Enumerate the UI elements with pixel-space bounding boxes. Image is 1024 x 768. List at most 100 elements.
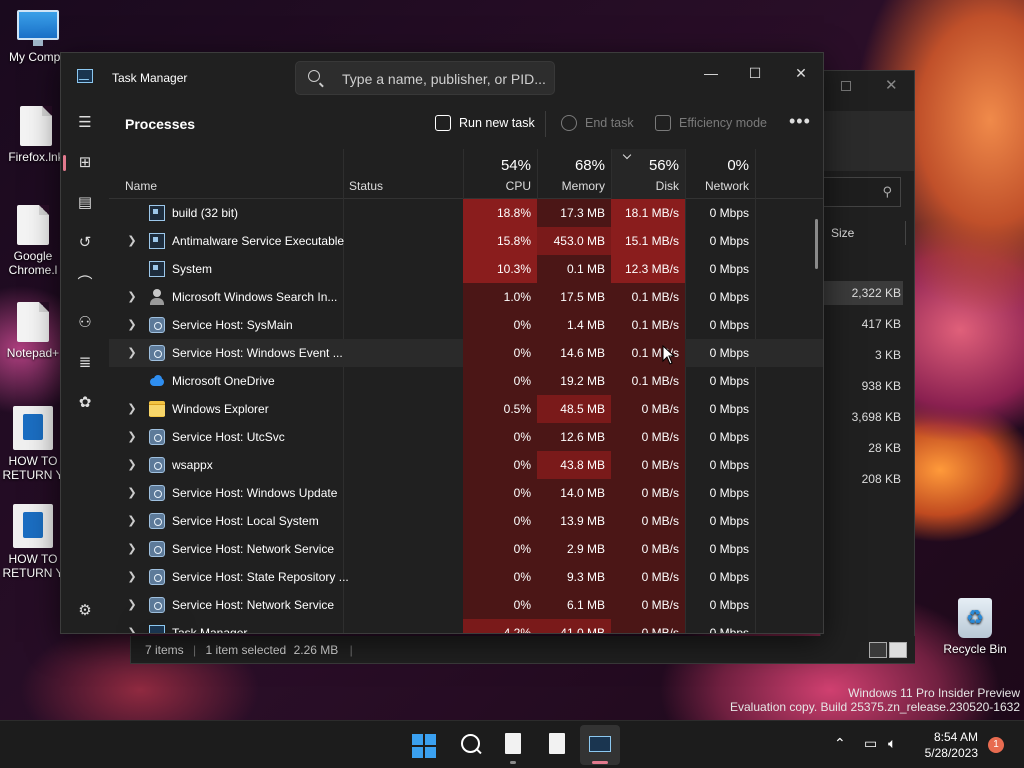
taskbar-search-icon[interactable] xyxy=(458,731,486,759)
desktop-icon-how-to-return-1[interactable]: HOW TO RETURN Y xyxy=(2,406,64,482)
file-size-cell[interactable]: 2,322 KB xyxy=(821,281,903,305)
taskbar: ⌃ ▭ 🔈︎ 8:54 AM 5/28/2023 1 xyxy=(0,720,1024,768)
table-row[interactable]: ❯ Service Host: Local System 0% 13.9 MB 0 MB… xyxy=(109,507,823,535)
view-toggle[interactable] xyxy=(869,642,907,658)
app-history-icon[interactable]: ↺ xyxy=(65,225,105,259)
explorer-toolbar xyxy=(821,111,914,171)
chevron-right-icon[interactable]: ❯ xyxy=(125,451,139,479)
chevron-right-icon[interactable]: ❯ xyxy=(125,507,139,535)
chevron-right-icon[interactable]: ❯ xyxy=(125,311,139,339)
maximize-icon[interactable] xyxy=(841,81,851,91)
chevron-right-icon[interactable]: ❯ xyxy=(125,591,139,619)
network-cell: 0 Mbps xyxy=(709,458,749,472)
task-manager-window[interactable]: Task Manager Type a name, publisher, or … xyxy=(60,52,824,634)
taskbar-file-icon[interactable] xyxy=(499,731,527,759)
process-name: Windows Explorer xyxy=(172,402,269,416)
table-row[interactable]: ❯ Microsoft Windows Search In... 1.0% 17.5 … xyxy=(109,283,823,311)
hamburger-menu-icon[interactable]: ☰ xyxy=(65,105,105,139)
process-name-cell: System xyxy=(125,255,343,283)
chevron-right-icon[interactable]: ❯ xyxy=(125,339,139,367)
search-box[interactable]: Type a name, publisher, or PID... xyxy=(295,61,555,95)
table-row[interactable]: ❯ Service Host: Network Service 0% 2.9 MB 0 … xyxy=(109,535,823,563)
table-row[interactable]: ❯ Service Host: Windows Event ... 0% 14.6 M… xyxy=(109,339,823,367)
more-options-button[interactable]: ••• xyxy=(789,111,811,132)
file-size-cell[interactable]: 938 KB xyxy=(821,374,903,398)
column-header-memory[interactable]: 68% Memory xyxy=(537,149,611,199)
run-new-task-button[interactable]: Run new task xyxy=(435,115,535,131)
explorer-search-box[interactable]: ⚲ xyxy=(821,177,901,207)
table-row[interactable]: ❯ Antimalware Service Executable 15.8% 453.… xyxy=(109,227,823,255)
column-header-size[interactable]: Size xyxy=(831,226,854,240)
details-view-icon[interactable] xyxy=(869,642,887,658)
performance-icon[interactable]: ▤ xyxy=(65,185,105,219)
minimize-button[interactable]: — xyxy=(691,59,731,87)
column-header-status[interactable]: Status xyxy=(343,149,463,199)
show-hidden-icons-chevron-icon[interactable]: ⌃ xyxy=(834,735,846,752)
taskbar-task-manager[interactable] xyxy=(580,725,620,765)
chevron-right-icon[interactable]: ❯ xyxy=(125,619,139,633)
volume-icon[interactable]: 🔈︎ xyxy=(888,735,896,752)
task-manager-icon xyxy=(77,69,93,83)
maximize-button[interactable]: ☐ xyxy=(735,59,775,87)
file-size-cell[interactable]: 28 KB xyxy=(821,436,903,460)
table-row[interactable]: build (32 bit) 18.8% 17.3 MB 18.1 MB/s 0 Mbp… xyxy=(109,199,823,227)
memory-cell: 14.6 MB xyxy=(537,339,611,367)
network-icon[interactable]: ▭ xyxy=(864,735,877,752)
settings-icon[interactable]: ⚙ xyxy=(65,593,105,627)
chevron-right-icon[interactable]: ❯ xyxy=(125,563,139,591)
chevron-right-icon[interactable]: ❯ xyxy=(125,395,139,423)
services-icon[interactable]: ✿ xyxy=(65,385,105,419)
users-icon[interactable]: ⚇ xyxy=(65,305,105,339)
table-row[interactable]: ❯ Service Host: UtcSvc 0% 12.6 MB 0 MB/s 0 Mb… xyxy=(109,423,823,451)
running-indicator xyxy=(510,761,516,764)
table-row[interactable]: ❯ Service Host: Network Service 0% 6.1 MB 0 … xyxy=(109,591,823,619)
vertical-scrollbar[interactable] xyxy=(815,219,818,269)
taskbar-file-icon[interactable] xyxy=(543,731,571,759)
table-row[interactable]: ❯ Service Host: State Repository ... 0% 9.3… xyxy=(109,563,823,591)
table-row[interactable]: ❯ Service Host: SysMain 0% 1.4 MB 0.1 MB/s 0 … xyxy=(109,311,823,339)
disk-cell: 0.1 MB/s xyxy=(611,311,685,339)
page-title: Processes xyxy=(125,116,196,132)
desktop-icon-chrome[interactable]: Google Chrome.l xyxy=(0,205,66,277)
chevron-right-icon[interactable]: ❯ xyxy=(125,535,139,563)
startup-apps-icon[interactable]: ⌒ xyxy=(65,265,105,299)
chevron-right-icon[interactable]: ❯ xyxy=(125,423,139,451)
column-header-network[interactable]: 0% Network xyxy=(685,149,755,199)
table-row[interactable]: System 10.3% 0.1 MB 12.3 MB/s 0 Mbps xyxy=(109,255,823,283)
chevron-right-icon[interactable]: ❯ xyxy=(125,283,139,311)
chevron-right-icon[interactable]: ❯ xyxy=(125,479,139,507)
file-size-cell[interactable]: 3,698 KB xyxy=(821,405,903,429)
table-row[interactable]: Microsoft OneDrive 0% 19.2 MB 0.1 MB/s 0 Mbp… xyxy=(109,367,823,395)
file-icon xyxy=(17,205,49,245)
table-row[interactable]: ❯ Windows Explorer 0.5% 48.5 MB 0 MB/s 0 Mbps xyxy=(109,395,823,423)
system-clock[interactable]: 8:54 AM 5/28/2023 xyxy=(916,729,978,761)
network-cell: 0 Mbps xyxy=(709,542,749,556)
tiles-view-icon[interactable] xyxy=(889,642,907,658)
desktop-icon-notepad[interactable]: Notepad+ xyxy=(0,302,66,360)
table-row[interactable]: ❯ wsappx 0% 43.8 MB 0 MB/s 0 Mbps xyxy=(109,451,823,479)
column-header-name[interactable]: Name xyxy=(109,149,343,199)
desktop-icon-how-to-return-2[interactable]: HOW TO RETURN Y xyxy=(2,504,64,580)
column-label: Name xyxy=(125,179,158,193)
memory-cell: 14.0 MB xyxy=(537,479,611,507)
task-manager-icon xyxy=(589,736,611,752)
table-row[interactable]: ❯ Service Host: Windows Update 0% 14.0 MB 0 … xyxy=(109,479,823,507)
processes-icon[interactable]: ⊞ xyxy=(63,145,105,179)
efficiency-mode-button[interactable]: Efficiency mode xyxy=(655,115,767,131)
end-task-button[interactable]: End task xyxy=(561,115,634,131)
column-header-disk[interactable]: 56% Disk xyxy=(611,149,685,199)
recycle-bin-icon: ♻ xyxy=(958,598,992,638)
close-button[interactable]: ✕ xyxy=(781,59,821,87)
details-icon[interactable]: ≣ xyxy=(65,345,105,379)
file-explorer-window[interactable]: ✕ ⚲ Size 2,322 KB 417 KB 3 KB 938 KB 3,6… xyxy=(820,70,915,660)
file-size-cell[interactable]: 3 KB xyxy=(821,343,903,367)
file-size-cell[interactable]: 208 KB xyxy=(821,467,903,491)
notification-badge[interactable]: 1 xyxy=(988,737,1004,753)
desktop-icon-recycle-bin[interactable]: ♻ Recycle Bin xyxy=(938,598,1012,656)
start-button[interactable] xyxy=(412,734,436,758)
file-size-cell[interactable]: 417 KB xyxy=(821,312,903,336)
column-header-cpu[interactable]: 54% CPU xyxy=(463,149,537,199)
table-row[interactable]: ❯ Task Manager 4.2% 41.0 MB 0 MB/s 0 Mbps xyxy=(109,619,823,633)
chevron-right-icon[interactable]: ❯ xyxy=(125,227,139,255)
close-icon[interactable]: ✕ xyxy=(885,76,898,94)
